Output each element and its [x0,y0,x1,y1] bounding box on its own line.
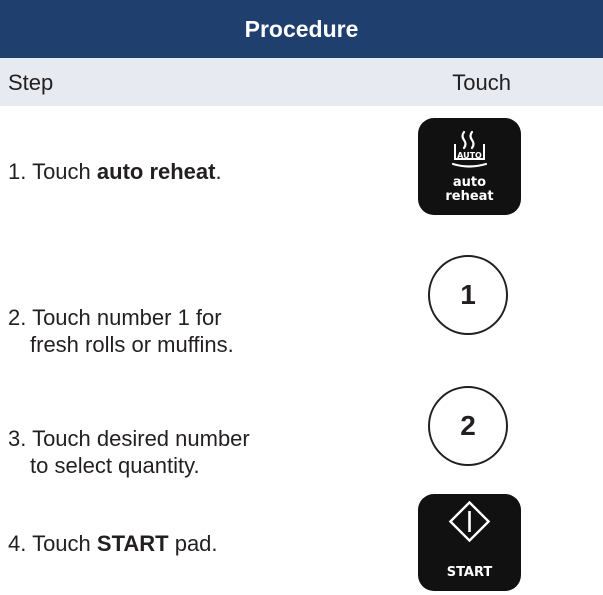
step-column-header: Step [8,70,54,95]
step-4-keyword: START [96,531,169,556]
step-1-prefix: 1. Touch [8,159,97,184]
step-2-line1: 2. Touch number 1 for [8,305,222,330]
step-2-text: 2. Touch number 1 for fresh rolls or muf… [8,277,234,385]
number-1-label: 1 [460,279,476,310]
auto-reheat-label-line2: reheat [445,189,494,204]
step-3-text: 3. Touch desired number to select quanti… [8,398,250,506]
auto-reheat-icon [451,130,488,168]
procedure-title: Procedure [244,15,359,42]
step-4-suffix: pad. [168,531,218,556]
number-1-pad[interactable]: 1 [428,255,508,335]
start-pad[interactable]: START [418,494,521,591]
step-4-prefix: 4. Touch [8,531,97,556]
step-1-keyword: auto reheat [96,159,216,184]
column-header-row: Step Touch [0,58,603,106]
step-2-line2: fresh rolls or muffins. [30,332,234,357]
step-1-text: 1. Touch auto reheat. [8,158,222,185]
auto-reheat-label-line1: auto [452,175,487,190]
procedure-header: Procedure [0,0,603,58]
step-1-suffix: . [215,159,222,184]
step-3-line2: to select quantity. [30,453,200,478]
auto-badge: AUTO [457,151,482,160]
number-2-label: 2 [460,410,476,441]
number-2-pad[interactable]: 2 [428,386,508,466]
start-diamond-icon [448,500,491,543]
start-label: START [446,565,493,580]
step-4-text: 4. Touch START pad. [8,530,218,557]
step-3-line1: 3. Touch desired number [8,426,250,451]
touch-column-header: Touch [452,70,511,95]
auto-reheat-pad[interactable]: AUTO auto reheat [418,118,521,215]
